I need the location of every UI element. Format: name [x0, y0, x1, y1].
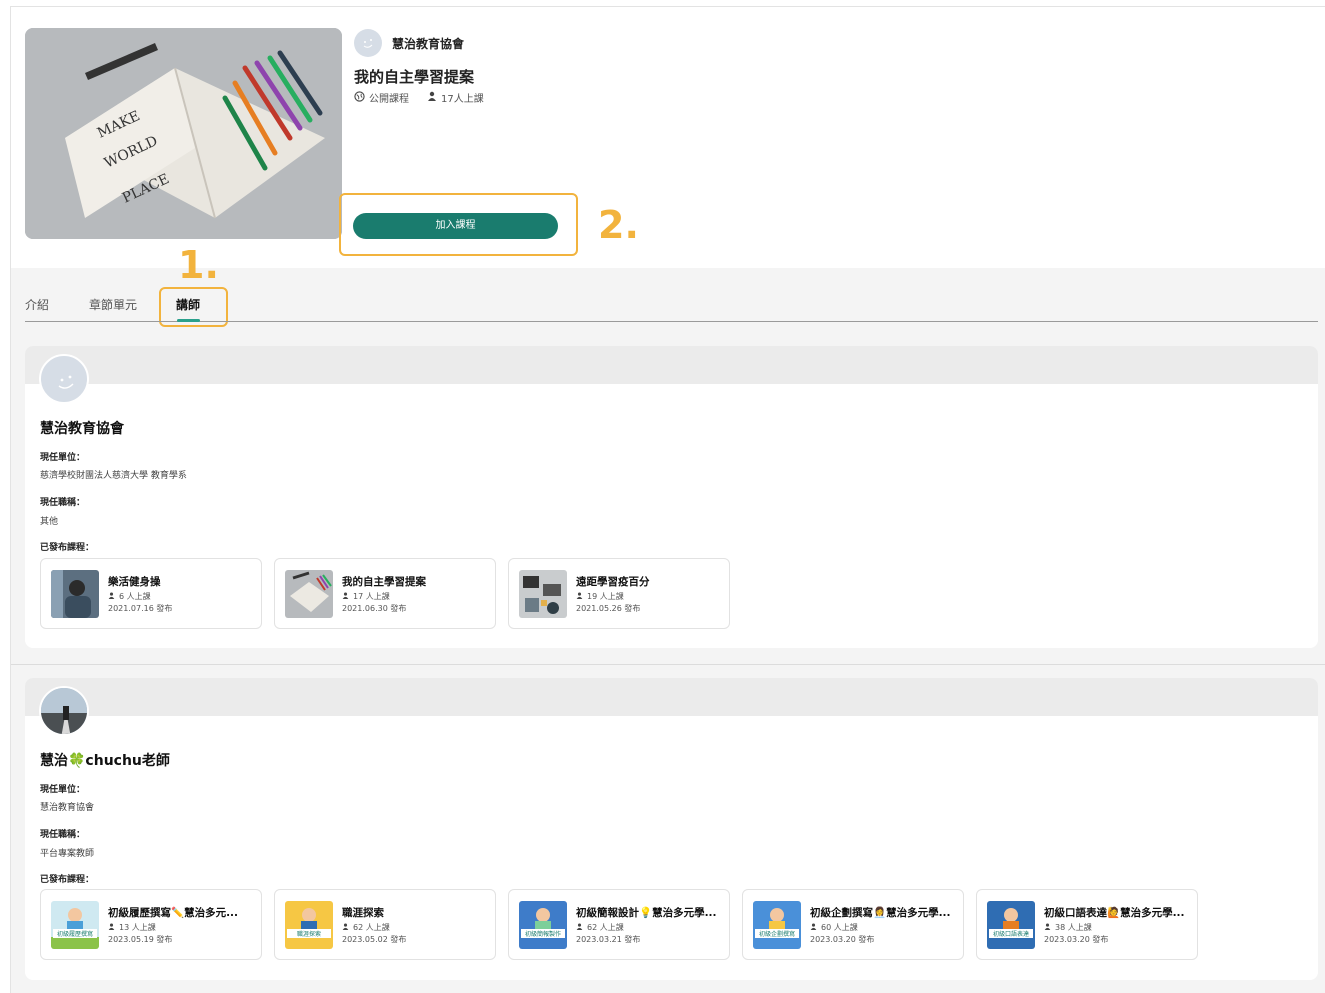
visibility-meta: 公開課程 — [354, 90, 409, 105]
course-thumbnail: 職涯探索 — [285, 901, 333, 949]
thumb-text: 初級企劃撰寫 — [759, 930, 795, 938]
section-divider — [11, 664, 1325, 665]
course-students: 19 人上課 — [576, 591, 624, 602]
course-students: 60 人上課 — [810, 922, 858, 933]
tab-teachers[interactable]: 講師 — [176, 296, 200, 313]
course-card[interactable]: 初級簡報製作 初級簡報設計💡慧治多元學... 62 人上課 2023.03.21… — [508, 889, 730, 960]
published-courses-label: 已發布課程： — [40, 875, 95, 885]
teacher-card-banner — [25, 678, 1318, 716]
course-thumbnail: 初級口語表達 — [987, 901, 1035, 949]
tab-bar — [25, 294, 1318, 322]
course-title: 遠距學習疫百分 — [576, 576, 650, 588]
course-thumbnail — [285, 570, 333, 618]
course-title: 我的自主學習提案 — [342, 576, 426, 588]
join-button-highlight — [339, 193, 578, 256]
visibility-label: 公開課程 — [369, 94, 409, 105]
annotation-step-2: 2. — [598, 203, 639, 247]
course-card[interactable]: 初級企劃撰寫 初級企劃撰寫👩‍💼慧治多元學... 60 人上課 2023.03.… — [742, 889, 964, 960]
students-label: 17人上課 — [441, 94, 484, 105]
course-students-label: 62 人上課 — [353, 923, 390, 932]
thumb-text: 初級簡報製作 — [525, 930, 561, 938]
course-title: 職涯探索 — [342, 907, 384, 919]
tab-chapters[interactable]: 章節單元 — [89, 296, 137, 313]
course-students: 17 人上課 — [342, 591, 390, 602]
person-icon — [108, 923, 115, 932]
course-students-label: 60 人上課 — [821, 923, 858, 932]
course-date: 2023.03.20 發布 — [810, 935, 875, 944]
person-icon — [576, 923, 583, 932]
title-value: 其他 — [40, 517, 59, 527]
person-icon — [108, 592, 115, 601]
teacher-card: 慧治🍀chuchu老師 現任單位： 慧治教育協會 現任職稱： 平台專案教師 已發… — [25, 678, 1318, 980]
thumb-text: 初級口語表達 — [993, 930, 1029, 938]
course-thumbnail: 初級履歷撰寫 — [51, 901, 99, 949]
person-icon — [427, 91, 437, 104]
course-meta: 公開課程 17人上課 — [354, 90, 484, 105]
course-card[interactable]: 我的自主學習提案 17 人上課 2021.06.30 發布 — [274, 558, 496, 629]
title-value: 平台專案教師 — [40, 849, 95, 859]
org-avatar — [354, 29, 382, 57]
course-thumbnail — [51, 570, 99, 618]
course-students-label: 17 人上課 — [353, 592, 390, 601]
person-icon — [576, 592, 583, 601]
title-label: 現任職稱： — [40, 498, 86, 508]
students-meta: 17人上課 — [427, 90, 484, 105]
course-thumbnail: 初級簡報製作 — [519, 901, 567, 949]
teacher-name: 慧治教育協會 — [40, 421, 124, 437]
course-title: 初級履歷撰寫✏️慧治多元... — [108, 907, 239, 919]
course-date: 2021.06.30 發布 — [342, 604, 407, 613]
course-date: 2023.05.19 發布 — [108, 935, 173, 944]
org-name[interactable]: 慧治教育協會 — [392, 35, 464, 52]
course-title: 樂活健身操 — [108, 576, 161, 588]
person-icon — [342, 923, 349, 932]
unit-value: 慈濟學校財團法人慈濟大學 教育學系 — [40, 471, 187, 481]
unit-label: 現任單位： — [40, 453, 86, 463]
unit-value: 慧治教育協會 — [40, 803, 95, 813]
course-title: 初級企劃撰寫👩‍💼慧治多元學... — [810, 907, 951, 919]
course-date: 2023.03.21 發布 — [576, 935, 641, 944]
course-title: 初級簡報設計💡慧治多元學... — [576, 907, 717, 919]
thumb-text: 職涯探索 — [297, 930, 321, 938]
course-title: 初級口語表達🙋慧治多元學... — [1044, 907, 1185, 919]
course-date: 2021.05.26 發布 — [576, 604, 641, 613]
active-tab-indicator — [177, 319, 200, 322]
course-date: 2023.05.02 發布 — [342, 935, 407, 944]
course-students: 62 人上課 — [576, 922, 624, 933]
course-students-label: 19 人上課 — [587, 592, 624, 601]
course-date: 2021.07.16 發布 — [108, 604, 173, 613]
teacher-avatar — [39, 686, 89, 736]
teacher-card-banner — [25, 346, 1318, 384]
course-students: 13 人上課 — [108, 922, 156, 933]
course-students-label: 38 人上課 — [1055, 923, 1092, 932]
course-students-label: 13 人上課 — [119, 923, 156, 932]
globe-icon — [354, 90, 365, 105]
course-card[interactable]: 初級履歷撰寫 初級履歷撰寫✏️慧治多元... 13 人上課 2023.05.19… — [40, 889, 262, 960]
course-card[interactable]: 遠距學習疫百分 19 人上課 2021.05.26 發布 — [508, 558, 730, 629]
course-date: 2023.03.20 發布 — [1044, 935, 1109, 944]
unit-label: 現任單位： — [40, 785, 86, 795]
course-students: 38 人上課 — [1044, 922, 1092, 933]
person-icon — [810, 923, 817, 932]
title-label: 現任職稱： — [40, 830, 86, 840]
tab-intro[interactable]: 介紹 — [25, 296, 49, 313]
course-thumbnail — [519, 570, 567, 618]
person-icon — [1044, 923, 1051, 932]
teacher-name: 慧治🍀chuchu老師 — [40, 753, 170, 769]
course-cover-image: MAKE WORLD PLACE — [25, 28, 342, 239]
thumb-text: 初級履歷撰寫 — [57, 930, 93, 938]
teacher-avatar — [39, 354, 89, 404]
course-title: 我的自主學習提案 — [354, 68, 475, 86]
course-card[interactable]: 職涯探索 職涯探索 62 人上課 2023.05.02 發布 — [274, 889, 496, 960]
course-card[interactable]: 樂活健身操 6 人上課 2021.07.16 發布 — [40, 558, 262, 629]
course-thumbnail: 初級企劃撰寫 — [753, 901, 801, 949]
course-students: 6 人上課 — [108, 591, 151, 602]
annotation-step-1: 1. — [178, 243, 219, 287]
published-courses-label: 已發布課程： — [40, 543, 95, 553]
teacher-card: 慧治教育協會 現任單位： 慈濟學校財團法人慈濟大學 教育學系 現任職稱： 其他 … — [25, 346, 1318, 648]
person-icon — [342, 592, 349, 601]
course-students-label: 6 人上課 — [119, 592, 151, 601]
course-students: 62 人上課 — [342, 922, 390, 933]
course-card[interactable]: 初級口語表達 初級口語表達🙋慧治多元學... 38 人上課 2023.03.20… — [976, 889, 1198, 960]
course-students-label: 62 人上課 — [587, 923, 624, 932]
